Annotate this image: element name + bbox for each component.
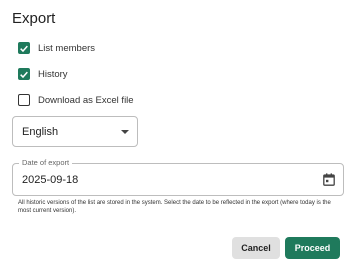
proceed-button[interactable]: Proceed [285,237,340,259]
language-select[interactable]: English [12,116,138,147]
list-members-checkbox[interactable] [18,42,30,54]
dropdown-arrow-icon [121,130,129,134]
export-dialog: Export List members History Download as … [0,0,358,273]
dialog-title: Export [12,10,56,27]
date-of-export-label: Date of export [19,158,73,167]
list-members-label: List members [38,42,96,54]
option-list-members[interactable]: List members [18,40,95,56]
date-of-export-input[interactable] [22,174,222,186]
check-icon [20,71,28,78]
history-checkbox[interactable] [18,68,30,80]
check-icon [20,45,28,52]
calendar-icon[interactable] [323,173,335,186]
option-history[interactable]: History [18,66,68,82]
download-excel-label: Download as Excel file [38,94,134,106]
history-label: History [38,68,68,80]
option-download-excel[interactable]: Download as Excel file [18,92,134,108]
language-select-value: English [22,125,59,138]
cancel-button[interactable]: Cancel [232,237,280,259]
date-help-text: All historic versions of the list are st… [18,200,331,214]
date-of-export-field[interactable]: Date of export [12,158,344,196]
download-excel-checkbox[interactable] [18,94,30,106]
